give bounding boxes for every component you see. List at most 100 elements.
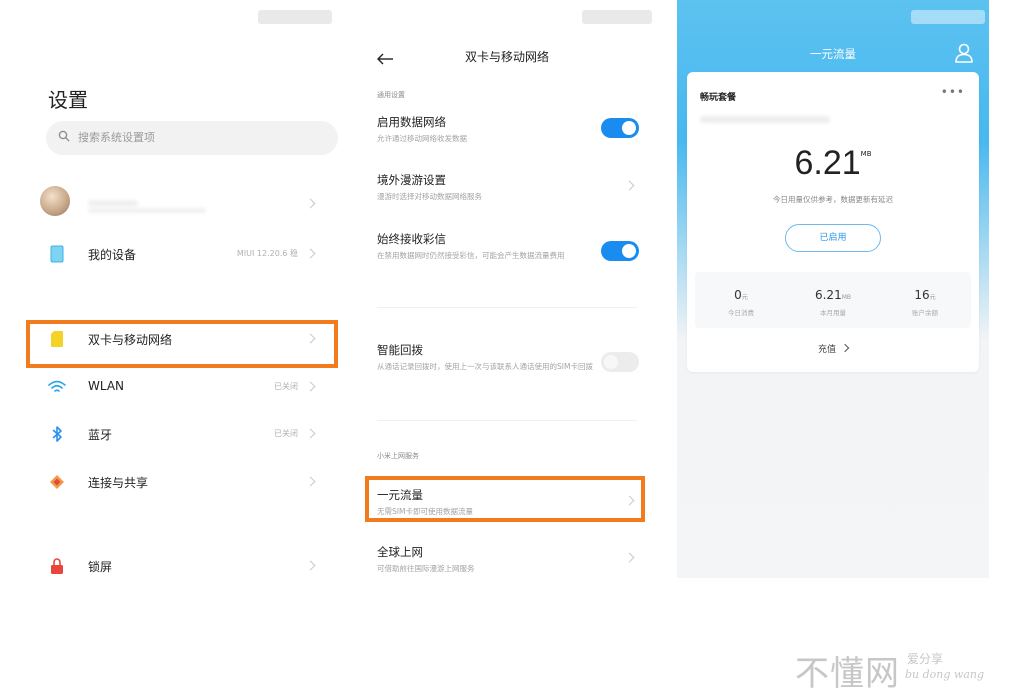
section-header-general: 通用设置 (377, 91, 405, 99)
usage-tip: 今日用量仅供参考，数据更新有延迟 (773, 195, 893, 204)
stat-unit: MB (841, 294, 851, 301)
settings-item-value: 已关闭 (274, 382, 298, 391)
stat-balance: 16元 账户余额 (879, 284, 971, 317)
usage-unit: MB (860, 150, 872, 158)
usage-display: 6.21MB (687, 144, 979, 183)
setting-global-internet[interactable]: 全球上网 可借助前往国际漫游上网服务 (377, 544, 639, 574)
dual-sim-screen: 双卡与移动网络 通用设置 启用数据网络 允许通过移动网络收发数据 境外漫游设置 … (362, 0, 652, 575)
settings-item-label: 我的设备 (88, 248, 137, 262)
stat-label: 本月用量 (820, 309, 846, 317)
user-icon[interactable] (953, 42, 975, 64)
settings-item-my-device[interactable]: 我的设备 MIUI 12.20.6 稳 (22, 236, 340, 272)
wifi-icon (48, 378, 66, 396)
account-name-blurred (88, 200, 138, 207)
lock-icon (48, 557, 66, 575)
chevron-right-icon (840, 343, 850, 353)
package-card: 畅玩套餐 ••• 6.21MB 今日用量仅供参考，数据更新有延迟 已启用 0元 … (687, 72, 979, 372)
stat-value: 6.21 (814, 288, 842, 302)
stat-today-spend: 0元 今日消费 (695, 284, 787, 317)
settings-item-label: 蓝牙 (88, 428, 113, 442)
page-title: 双卡与移动网络 (464, 50, 549, 64)
setting-title: 全球上网 (377, 545, 423, 559)
setting-title: 境外漫游设置 (377, 173, 446, 187)
divider (377, 307, 637, 308)
page-title: 一元流量 (810, 47, 856, 61)
setting-desc: 在禁用数据网时仍然接受彩信，可能会产生数据流量费用 (377, 251, 565, 260)
toggle-knob (604, 355, 618, 369)
setting-desc: 允许通过移动网络收发数据 (377, 134, 467, 143)
watermark-pinyin: bu dong wang (905, 668, 985, 681)
setting-always-mms[interactable]: 始终接收彩信 在禁用数据网时仍然接受彩信，可能会产生数据流量费用 (377, 231, 639, 261)
settings-item-label: 连接与共享 (88, 476, 149, 490)
setting-smart-callback[interactable]: 智能回拨 从通话记录回拨时，使用上一次与该联系人通话使用的SIM卡回拨 (377, 342, 639, 372)
status-bar (258, 10, 332, 24)
stat-label: 今日消费 (728, 309, 754, 317)
stats-panel: 0元 今日消费 6.21MB 本月用量 16元 账户余额 (695, 272, 971, 328)
account-subtitle-blurred (88, 208, 206, 213)
setting-desc: 无需SIM卡即可使用数据流量 (377, 507, 473, 516)
watermark-logo: 不懂网 爱分享 bu dong wang (795, 644, 1005, 694)
settings-item-wlan[interactable]: WLAN 已关闭 (22, 369, 340, 405)
setting-roaming[interactable]: 境外漫游设置 漫游时选择对移动数据网络服务 (377, 172, 639, 202)
setting-enable-data[interactable]: 启用数据网络 允许通过移动网络收发数据 (377, 114, 639, 144)
enabled-button[interactable]: 已启用 (785, 224, 881, 252)
settings-item-bluetooth[interactable]: 蓝牙 已关闭 (22, 416, 340, 452)
status-bar (911, 10, 985, 24)
toggle-knob (622, 121, 636, 135)
chevron-right-icon (305, 476, 316, 487)
settings-item-value: 已关闭 (274, 429, 298, 438)
page-title: 设置 (48, 88, 88, 112)
settings-item-label: 双卡与移动网络 (88, 333, 173, 347)
smart-callback-toggle[interactable] (601, 352, 639, 372)
avatar (40, 186, 70, 216)
stat-value: 16 (914, 288, 930, 302)
setting-one-yuan-data[interactable]: 一元流量 无需SIM卡即可使用数据流量 (377, 487, 639, 517)
device-icon (48, 245, 66, 263)
search-input[interactable]: 搜索系统设置项 (46, 121, 338, 155)
package-name: 畅玩套餐 (700, 93, 737, 103)
chevron-right-icon (305, 381, 316, 392)
setting-title: 始终接收彩信 (377, 232, 446, 246)
recharge-link[interactable]: 充值 (687, 342, 979, 355)
setting-title: 启用数据网络 (377, 115, 446, 129)
setting-title: 一元流量 (377, 488, 423, 502)
divider (377, 420, 637, 421)
chevron-right-icon (305, 560, 316, 571)
settings-screen: 设置 搜索系统设置项 我的设备 MIUI 12.20.6 稳 双卡与移动网络 W… (22, 0, 340, 575)
settings-item-value: MIUI 12.20.6 稳 (236, 249, 298, 258)
stat-unit: 元 (741, 294, 748, 301)
settings-item-connection-share[interactable]: 连接与共享 (22, 464, 340, 500)
always-mms-toggle[interactable] (601, 241, 639, 261)
settings-item-label: 锁屏 (88, 560, 113, 574)
connection-share-icon (48, 473, 66, 491)
search-icon (58, 130, 70, 142)
chevron-right-icon (305, 428, 316, 439)
chevron-right-icon (305, 198, 316, 209)
toggle-knob (622, 244, 636, 258)
stat-unit: 元 (929, 294, 936, 301)
status-bar (582, 10, 652, 24)
usage-value: 6.21 (794, 144, 861, 182)
phone-number-blurred (700, 116, 830, 123)
settings-item-lock-screen[interactable]: 锁屏 (22, 548, 340, 575)
recharge-label: 充值 (817, 345, 836, 355)
bluetooth-icon (48, 425, 66, 443)
chevron-right-icon (305, 333, 316, 344)
enable-data-toggle[interactable] (601, 118, 639, 138)
setting-desc: 漫游时选择对移动数据网络服务 (377, 192, 482, 201)
watermark-sub: 爱分享 (907, 652, 944, 666)
one-yuan-data-screen: 一元流量 畅玩套餐 ••• 6.21MB 今日用量仅供参考，数据更新有延迟 已启… (677, 0, 989, 578)
stat-value: 0 (734, 288, 742, 302)
section-header-services: 小米上网服务 (377, 452, 419, 460)
setting-title: 智能回拨 (377, 343, 423, 357)
settings-item-dual-sim[interactable]: 双卡与移动网络 (22, 321, 340, 357)
watermark-main: 不懂网 (795, 654, 900, 694)
settings-item-label: WLAN (88, 379, 125, 393)
setting-desc: 可借助前往国际漫游上网服务 (377, 564, 475, 573)
stat-label: 账户余额 (912, 309, 938, 317)
sim-card-icon (48, 330, 66, 348)
more-icon[interactable]: ••• (941, 85, 965, 99)
stat-month-usage: 6.21MB 本月用量 (787, 284, 879, 317)
setting-desc: 从通话记录回拨时，使用上一次与该联系人通话使用的SIM卡回拨 (377, 362, 593, 371)
search-placeholder: 搜索系统设置项 (78, 131, 155, 144)
